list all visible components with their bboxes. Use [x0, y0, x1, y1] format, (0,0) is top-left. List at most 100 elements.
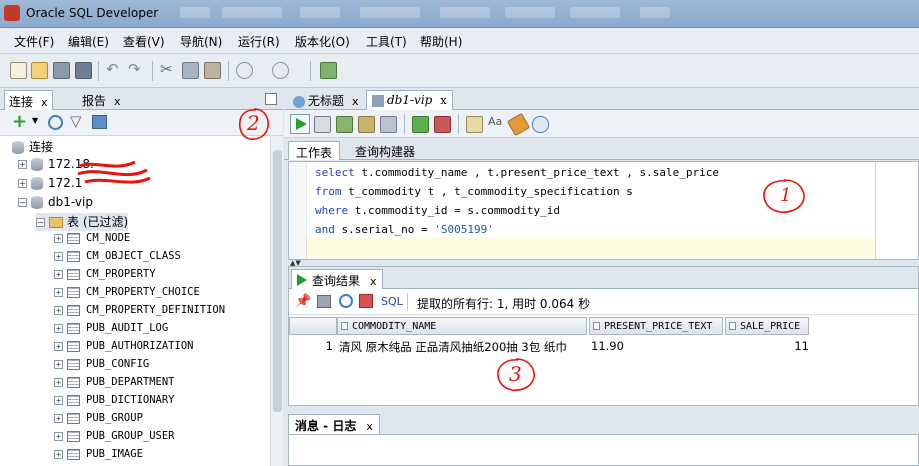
menu-run[interactable]: 运行(R): [238, 33, 280, 50]
tab-message-log[interactable]: 消息 - 日志 x: [288, 414, 380, 434]
expand-icon[interactable]: +: [54, 395, 63, 405]
menu-navigate[interactable]: 导航(N): [180, 33, 222, 50]
tree-connection[interactable]: +172.1: [18, 176, 82, 194]
table-item[interactable]: + CM_OBJECT_CLASS: [54, 250, 181, 268]
expand-icon[interactable]: +: [54, 377, 63, 387]
tab-db1-vip[interactable]: db1-vip x: [366, 90, 453, 110]
expand-icon[interactable]: +: [54, 287, 63, 297]
cancel-query-icon[interactable]: [359, 294, 373, 308]
back-icon[interactable]: [236, 62, 253, 79]
table-item[interactable]: + CM_PROPERTY: [54, 268, 156, 286]
format-icon[interactable]: Aa: [488, 115, 505, 132]
collapse-icon[interactable]: −: [18, 198, 27, 207]
rollback-icon[interactable]: [358, 116, 375, 133]
minimize-icon[interactable]: [265, 93, 277, 105]
cell-present-price-text[interactable]: 11.90: [589, 337, 725, 355]
explain-plan-icon[interactable]: [380, 116, 397, 133]
table-item[interactable]: + PUB_IMAGE: [54, 448, 143, 466]
tab-query-result[interactable]: 查询结果 x: [291, 269, 383, 289]
table-item[interactable]: + PUB_AUDIT_LOG: [54, 322, 168, 340]
pin-icon[interactable]: 📌: [295, 294, 311, 309]
print-icon[interactable]: [317, 295, 331, 308]
refresh-icon[interactable]: [339, 294, 353, 308]
vertical-scrollbar[interactable]: [270, 136, 283, 466]
cell-sale-price[interactable]: 11: [725, 337, 811, 355]
menu-edit[interactable]: 编辑(E): [68, 33, 109, 50]
menu-file[interactable]: 文件(F): [14, 33, 54, 50]
open-folder-icon[interactable]: [31, 62, 48, 79]
expand-icon[interactable]: +: [54, 431, 63, 441]
menu-tools[interactable]: 工具(T): [366, 33, 407, 50]
table-item[interactable]: + PUB_GROUP: [54, 412, 143, 430]
tree-connection-active[interactable]: − db1-vip: [18, 195, 93, 213]
expand-icon[interactable]: +: [54, 413, 63, 423]
save-all-icon[interactable]: [75, 62, 92, 79]
autotrace-icon[interactable]: [412, 116, 429, 133]
expand-icon[interactable]: +: [54, 233, 63, 243]
expand-icon[interactable]: +: [54, 269, 63, 279]
filter-icon[interactable]: ▽: [70, 112, 82, 130]
table-item[interactable]: + PUB_DEPARTMENT: [54, 376, 175, 394]
sql-editor[interactable]: select t.commodity_name , t.present_pric…: [288, 161, 919, 260]
save-icon[interactable]: [53, 62, 70, 79]
undo-icon[interactable]: ↶: [106, 60, 123, 78]
expand-icon[interactable]: +: [54, 341, 63, 351]
table-item[interactable]: + CM_PROPERTY_CHOICE: [54, 286, 200, 304]
run-script-icon[interactable]: [314, 116, 331, 133]
add-connection-icon[interactable]: +: [12, 111, 27, 132]
menu-help[interactable]: 帮助(H): [420, 33, 462, 50]
expand-icon[interactable]: +: [54, 323, 63, 333]
close-icon[interactable]: x: [370, 275, 377, 288]
column-header-commodity-name[interactable]: COMMODITY_NAME: [337, 317, 587, 335]
cell-commodity-name[interactable]: 清风 原木纯品 正品清风抽纸200抽 3包 纸巾: [337, 337, 589, 355]
table-item[interactable]: + CM_NODE: [54, 232, 130, 250]
close-icon[interactable]: x: [352, 95, 359, 108]
table-item[interactable]: + PUB_DICTIONARY: [54, 394, 175, 412]
menu-view[interactable]: 查看(V): [123, 33, 165, 50]
column-header-present-price-text[interactable]: PRESENT_PRICE_TEXT: [589, 317, 723, 335]
table-item[interactable]: + PUB_CONFIG: [54, 358, 149, 376]
collapse-icon[interactable]: −: [36, 218, 45, 227]
clear-icon[interactable]: [506, 112, 531, 137]
schema-browser-icon[interactable]: [92, 115, 107, 129]
scroll-thumb[interactable]: [273, 150, 282, 412]
tree-root[interactable]: 连接: [12, 138, 53, 156]
commit-icon[interactable]: [336, 116, 353, 133]
tab-query-builder[interactable]: 查询构建器: [348, 141, 422, 160]
table-item[interactable]: + CM_PROPERTY_DEFINITION: [54, 304, 225, 322]
tab-worksheet[interactable]: 工作表: [288, 141, 341, 160]
paste-icon[interactable]: [204, 62, 221, 79]
forward-icon[interactable]: [272, 62, 289, 79]
tree-tables-folder[interactable]: − 表 (已过滤): [36, 213, 129, 231]
refresh-icon[interactable]: [48, 115, 63, 130]
table-item[interactable]: + PUB_GROUP_USER: [54, 430, 175, 448]
expand-icon[interactable]: +: [18, 179, 27, 188]
tab-connections[interactable]: 连接 x: [4, 90, 53, 110]
close-icon[interactable]: x: [366, 420, 373, 433]
expand-icon[interactable]: +: [18, 160, 27, 169]
expand-icon[interactable]: +: [54, 449, 63, 459]
sql-history-icon[interactable]: [466, 116, 483, 133]
run-statement-button[interactable]: [290, 114, 310, 134]
close-icon[interactable]: x: [440, 94, 446, 107]
close-icon[interactable]: x: [114, 95, 121, 108]
menu-versioning[interactable]: 版本化(O): [295, 33, 350, 50]
close-icon[interactable]: x: [41, 96, 48, 109]
expand-icon[interactable]: +: [54, 359, 63, 369]
row-number: 1: [325, 339, 333, 353]
sql-worksheet-icon[interactable]: [320, 62, 337, 79]
tab-reports[interactable]: 报告 x: [78, 90, 125, 110]
new-file-icon[interactable]: [10, 62, 27, 79]
expand-icon[interactable]: +: [54, 305, 63, 315]
tab-untitled[interactable]: 无标题 x: [288, 90, 364, 110]
cancel-icon[interactable]: [434, 116, 451, 133]
column-header-sale-price[interactable]: SALE_PRICE: [725, 317, 809, 335]
redo-icon[interactable]: ↷: [128, 60, 145, 78]
copy-icon[interactable]: [182, 62, 199, 79]
table-item[interactable]: + PUB_AUTHORIZATION: [54, 340, 193, 358]
cut-icon[interactable]: ✂: [160, 60, 177, 78]
sql-button[interactable]: SQL: [381, 295, 403, 308]
tuning-icon[interactable]: [532, 116, 549, 133]
expand-icon[interactable]: +: [54, 251, 63, 261]
dropdown-arrow-icon[interactable]: ▼: [32, 116, 38, 125]
